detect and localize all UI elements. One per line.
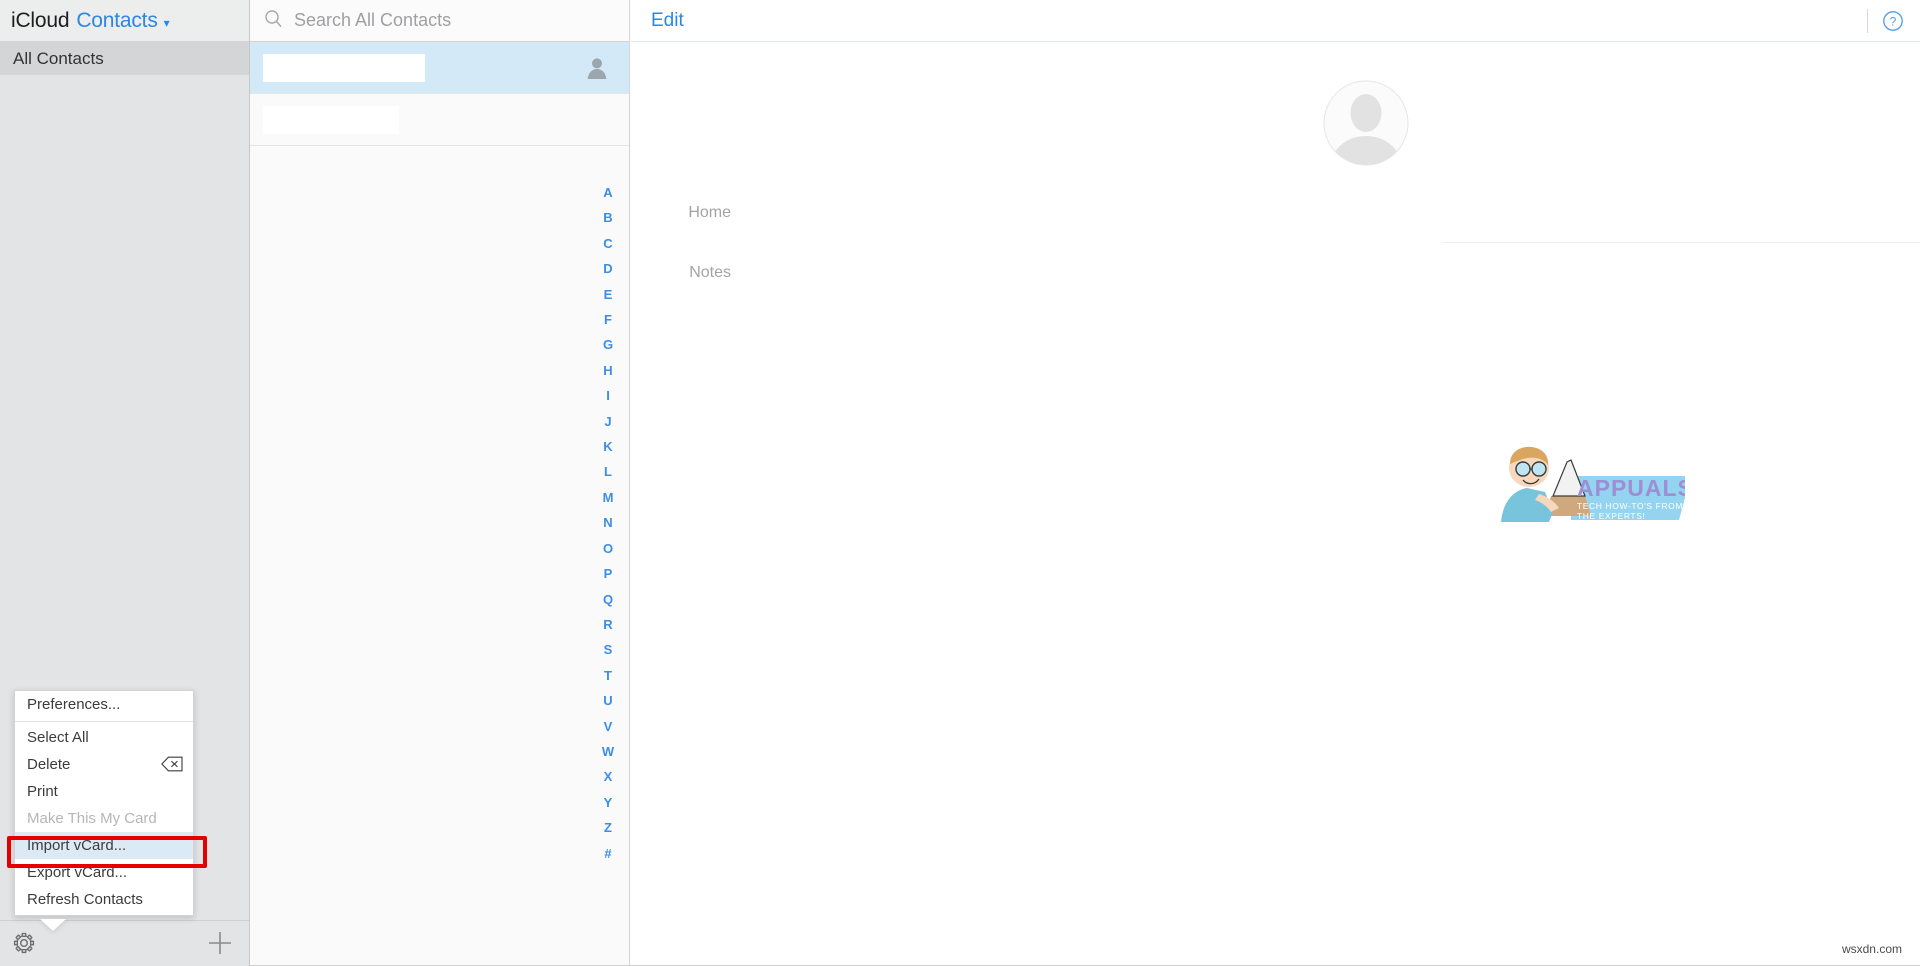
menu-item-preferences[interactable]: Preferences... [15, 691, 193, 718]
contact-name-redacted [263, 54, 425, 82]
chevron-down-icon[interactable]: ▾ [164, 17, 170, 29]
menu-item-label: Print [27, 783, 58, 800]
plus-icon[interactable] [205, 928, 235, 958]
field-row-notes: Notes [631, 264, 1920, 282]
alpha-index-letter-s[interactable]: S [587, 637, 629, 662]
contact-name-redacted [263, 106, 399, 134]
alpha-index-letter-j[interactable]: J [587, 409, 629, 434]
icloud-contacts-app: iCloud Contacts ▾ All Contacts Search Al… [0, 0, 1920, 966]
menu-item-export-vcard[interactable]: Export vCard... [15, 859, 193, 886]
alpha-index-letter-h[interactable]: H [587, 358, 629, 383]
field-divider [1443, 242, 1920, 243]
alpha-index-letter-w[interactable]: W [587, 739, 629, 764]
alpha-index-letter-l[interactable]: L [587, 459, 629, 484]
alpha-index-letter-c[interactable]: C [587, 231, 629, 256]
menu-item-select-all[interactable]: Select All [15, 724, 193, 751]
alpha-index-letter-f[interactable]: F [587, 307, 629, 332]
table-row[interactable] [250, 94, 629, 146]
alpha-index-letter-i[interactable]: I [587, 383, 629, 408]
menu-item-label: Select All [27, 729, 89, 746]
edit-button[interactable]: Edit [651, 10, 684, 32]
svg-text:TECH HOW-TO'S FROM: TECH HOW-TO'S FROM [1577, 501, 1683, 511]
menu-item-delete[interactable]: Delete [15, 751, 193, 778]
person-icon [587, 57, 607, 79]
menu-separator [15, 721, 193, 722]
menu-item-make-this-my-card: Make This My Card [15, 805, 193, 832]
alpha-index-letter-u[interactable]: U [587, 688, 629, 713]
alpha-index-letter-x[interactable]: X [587, 764, 629, 789]
alpha-index-letter-n[interactable]: N [587, 510, 629, 535]
sidebar-item-label: All Contacts [13, 48, 104, 68]
menu-item-refresh-contacts[interactable]: Refresh Contacts [15, 886, 193, 913]
alpha-index-letter-m[interactable]: M [587, 485, 629, 510]
field-row-home: Home [631, 204, 1920, 222]
sidebar-item-all-contacts[interactable]: All Contacts [0, 42, 249, 75]
detail-toolbar: Edit ? [631, 0, 1920, 42]
alpha-index-letter-y[interactable]: Y [587, 790, 629, 815]
question-circle-icon[interactable]: ? [1882, 10, 1904, 32]
menu-item-print[interactable]: Print [15, 778, 193, 805]
search-icon [264, 9, 283, 33]
menu-item-label: Export vCard... [27, 864, 128, 881]
contacts-list [250, 42, 629, 146]
contacts-list-column: ABCDEFGHIJKLMNOPQRSTUVWXYZ# [250, 0, 630, 966]
alpha-index-letter-r[interactable]: R [587, 612, 629, 637]
sidebar-bottom-toolbar [0, 920, 249, 966]
site-watermark: wsxdn.com [1841, 942, 1902, 956]
contact-detail-pane: Edit ? Home Notes APPUALS TECH HOW-TO'S … [631, 0, 1920, 966]
toolbar-divider [1867, 8, 1868, 33]
appuals-watermark-logo: APPUALS TECH HOW-TO'S FROM THE EXPERTS! [1493, 438, 1693, 530]
svg-text:?: ? [1890, 14, 1897, 28]
menu-item-label: Delete [27, 756, 71, 773]
alpha-index-letter-z[interactable]: Z [587, 815, 629, 840]
table-row[interactable] [250, 42, 629, 94]
alpha-index-letter-d[interactable]: D [587, 256, 629, 281]
brand-icloud-label: iCloud [11, 8, 70, 32]
menu-item-label: Make This My Card [27, 810, 157, 827]
alphabet-index: A B C D E F G H I J K L M N O P Q R S T U V W X Y Z # [587, 180, 629, 866]
brand-section-label[interactable]: Contacts [76, 9, 157, 33]
svg-text:APPUALS: APPUALS [1577, 475, 1685, 501]
gear-icon[interactable] [10, 929, 38, 957]
search-input[interactable] [292, 9, 596, 32]
alpha-index-letter-g[interactable]: G [587, 332, 629, 357]
field-label: Home [688, 204, 731, 221]
svg-text:THE EXPERTS!: THE EXPERTS! [1577, 511, 1645, 521]
menu-item-label: Refresh Contacts [27, 891, 143, 908]
context-menu-tail [40, 919, 66, 931]
alpha-index-letter-e[interactable]: E [587, 282, 629, 307]
alpha-index-letter-b[interactable]: B [587, 205, 629, 230]
alpha-index-letter-#[interactable]: # [587, 841, 629, 866]
settings-context-menu: Preferences... Select All Delete Print Make … [14, 690, 194, 916]
menu-item-label: Preferences... [27, 696, 121, 713]
alpha-index-letter-q[interactable]: Q [587, 587, 629, 612]
alpha-index-letter-v[interactable]: V [587, 714, 629, 739]
help-area: ? [1867, 8, 1904, 33]
menu-item-label: Import vCard... [27, 837, 127, 854]
backspace-icon [161, 756, 183, 772]
search-bar [250, 0, 629, 42]
alpha-index-letter-k[interactable]: K [587, 434, 629, 459]
person-placeholder-icon[interactable] [1323, 80, 1409, 166]
menu-item-import-vcard[interactable]: Import vCard... [15, 832, 193, 859]
alpha-index-letter-t[interactable]: T [587, 663, 629, 688]
field-label: Notes [689, 264, 731, 281]
alpha-index-letter-o[interactable]: O [587, 536, 629, 561]
sidebar-group-list: All Contacts [0, 42, 249, 75]
alpha-index-letter-p[interactable]: P [587, 561, 629, 586]
alpha-index-letter-a[interactable]: A [587, 180, 629, 205]
app-brand-header: iCloud Contacts ▾ [0, 0, 249, 42]
